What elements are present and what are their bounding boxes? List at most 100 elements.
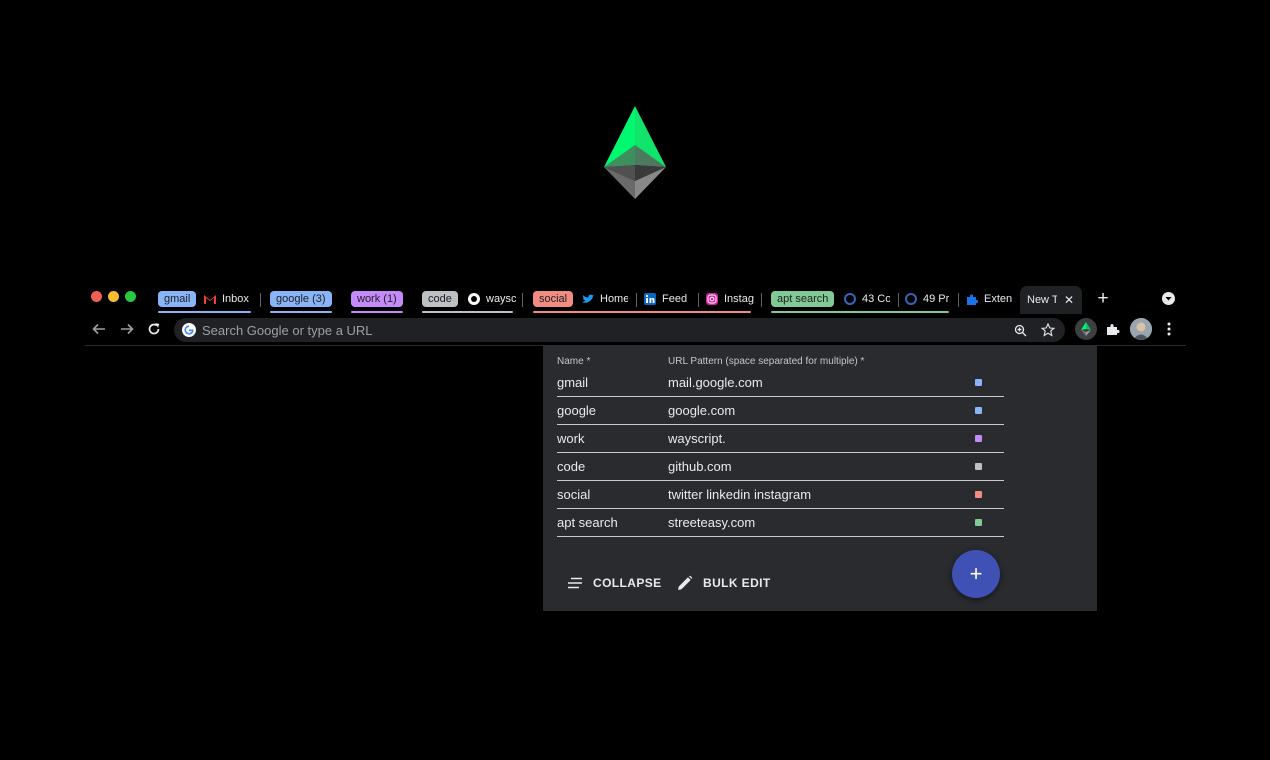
collapse-button[interactable]: COLLAPSE	[565, 573, 662, 593]
forward-button[interactable]	[118, 320, 136, 338]
menu-button[interactable]	[1158, 318, 1180, 340]
tab-separator	[898, 293, 899, 307]
group-underline	[533, 311, 751, 313]
rule-url-field[interactable]: twitter linkedin instagram	[668, 487, 811, 502]
rule-row: apt search streeteasy.com	[557, 509, 1004, 537]
browser-window: gmail Inbox google (3) work (1) code way…	[85, 286, 1186, 346]
tab-43[interactable]: 43 Co	[844, 291, 890, 307]
rule-row: google google.com	[557, 397, 1004, 425]
tab-group-code[interactable]: code	[422, 291, 458, 307]
tab-group-work[interactable]: work (1)	[351, 291, 403, 307]
extension-logo-button[interactable]	[1075, 318, 1097, 340]
extensions-button[interactable]	[1102, 318, 1124, 340]
gmail-icon	[204, 293, 216, 305]
tab-instagram[interactable]: Instag	[706, 291, 754, 307]
rule-row: work wayscript.	[557, 425, 1004, 453]
rule-url-field[interactable]: github.com	[668, 459, 732, 474]
puzzle-icon	[1107, 324, 1120, 335]
collapse-label: COLLAPSE	[593, 576, 662, 590]
tab-title: 49 Pr	[923, 293, 950, 305]
avatar[interactable]	[1130, 318, 1152, 340]
tab-49[interactable]: 49 Pr	[905, 291, 951, 307]
rule-name-field[interactable]: work	[557, 431, 584, 446]
tab-title: Exten	[984, 293, 1013, 305]
search-input[interactable]	[202, 318, 982, 342]
rule-row: code github.com	[557, 453, 1004, 481]
tab-group-rules-popup: Name * URL Pattern (space separated for …	[543, 345, 1097, 611]
group-underline	[771, 311, 949, 313]
zoom-icon[interactable]	[1012, 322, 1028, 338]
extension-logo	[604, 106, 666, 199]
color-swatch[interactable]	[975, 463, 982, 470]
reload-icon	[148, 323, 160, 335]
extension-logo-icon	[1081, 322, 1091, 336]
tab-title: Instag	[724, 293, 754, 305]
tab-title: 43 Co	[862, 293, 890, 305]
tab-wayscript-github[interactable]: waysc	[468, 291, 516, 307]
kebab-menu-icon	[1167, 322, 1171, 336]
collapse-icon	[565, 573, 585, 593]
color-swatch[interactable]	[975, 407, 982, 414]
github-icon	[468, 293, 480, 305]
rule-row: gmail mail.google.com	[557, 369, 1004, 397]
rule-name-field[interactable]: code	[557, 459, 585, 474]
back-button[interactable]	[90, 320, 108, 338]
close-window-button[interactable]	[91, 291, 102, 302]
streeteasy-icon	[844, 293, 856, 305]
rule-name-field[interactable]: gmail	[557, 375, 588, 390]
tab-twitter-home[interactable]: Home	[582, 291, 628, 307]
chevron-down-icon	[1165, 297, 1172, 301]
google-g-icon	[182, 323, 196, 337]
tab-strip: gmail Inbox google (3) work (1) code way…	[85, 286, 1186, 314]
add-rule-button[interactable]: +	[952, 550, 1000, 598]
bookmark-star-icon[interactable]	[1040, 322, 1056, 338]
omnibox[interactable]	[174, 318, 1065, 342]
zoom-window-button[interactable]	[125, 291, 136, 302]
name-column-header: Name *	[557, 356, 591, 367]
tab-group-gmail[interactable]: gmail	[158, 291, 197, 307]
tab-title: New Tab	[1027, 294, 1057, 306]
rule-url-field[interactable]: streeteasy.com	[668, 515, 755, 530]
tab-search-button[interactable]	[1162, 292, 1175, 305]
color-swatch[interactable]	[975, 435, 982, 442]
rule-name-field[interactable]: social	[557, 487, 590, 502]
color-swatch[interactable]	[975, 519, 982, 526]
group-underline	[351, 311, 403, 313]
browser-toolbar	[85, 314, 1186, 346]
rule-name-field[interactable]: apt search	[557, 515, 618, 530]
rule-name-field[interactable]: google	[557, 403, 596, 418]
url-column-header: URL Pattern (space separated for multipl…	[668, 356, 865, 367]
rule-url-field[interactable]: google.com	[668, 403, 735, 418]
reload-button[interactable]	[145, 320, 163, 338]
tab-new-tab-active[interactable]: New Tab ✕	[1020, 286, 1082, 314]
tab-title: Inbox	[222, 293, 249, 305]
tab-group-social[interactable]: social	[533, 291, 574, 307]
linkedin-icon	[644, 293, 656, 305]
color-swatch[interactable]	[975, 379, 982, 386]
tab-title: waysc	[486, 293, 516, 305]
close-tab-icon[interactable]: ✕	[1064, 293, 1074, 307]
group-underline	[270, 311, 332, 313]
tab-separator	[698, 293, 699, 307]
instagram-icon	[706, 293, 718, 305]
tab-extensions[interactable]: Exten	[966, 291, 1014, 307]
tab-group-google[interactable]: google (3)	[270, 291, 332, 307]
tab-group-apt-search[interactable]: apt search	[771, 291, 835, 307]
profile-avatar-icon	[1130, 318, 1152, 340]
tab-inbox[interactable]: Inbox	[204, 291, 251, 307]
tab-separator	[761, 293, 762, 307]
arrow-right-icon	[121, 323, 134, 335]
color-swatch[interactable]	[975, 491, 982, 498]
arrow-left-icon	[92, 323, 105, 335]
tab-linkedin-feed[interactable]: Feed	[644, 291, 692, 307]
minimize-window-button[interactable]	[108, 291, 119, 302]
bulk-edit-button[interactable]: BULK EDIT	[675, 573, 771, 593]
rule-url-field[interactable]: wayscript.	[668, 431, 726, 446]
rule-url-field[interactable]: mail.google.com	[668, 375, 763, 390]
new-tab-button[interactable]: +	[1093, 288, 1113, 310]
tab-separator	[522, 293, 523, 307]
tab-separator	[958, 293, 959, 307]
puzzle-icon	[966, 293, 978, 305]
pencil-icon	[675, 573, 695, 593]
tab-separator	[260, 293, 261, 307]
